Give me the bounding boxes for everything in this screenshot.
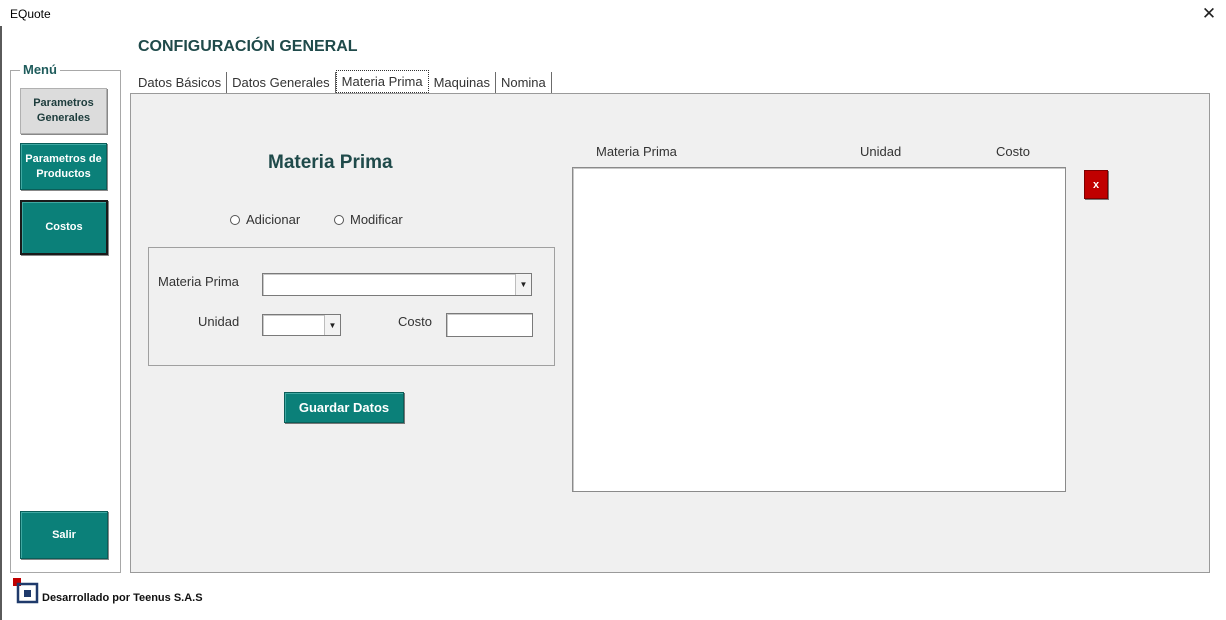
radio-adicionar-label: Adicionar	[246, 212, 301, 227]
teenus-logo-icon	[13, 578, 39, 604]
radio-modificar-dot[interactable]	[334, 214, 344, 225]
materia-prima-combo[interactable]: ▼	[262, 273, 532, 296]
tab-nomina[interactable]: Nomina	[495, 72, 552, 93]
guardar-datos-button[interactable]: Guardar Datos	[284, 392, 404, 423]
window-title: EQuote	[10, 7, 51, 21]
parametros-generales-label-1: Parametros	[33, 97, 94, 109]
radio-modificar-label: Modificar	[350, 212, 403, 227]
chevron-down-icon[interactable]: ▼	[324, 315, 340, 335]
menu-legend: Menú	[20, 62, 60, 77]
section-title: Materia Prima	[268, 152, 393, 173]
costos-label: Costos	[45, 221, 83, 233]
tab-datos-basicos[interactable]: Datos Básicos	[133, 72, 228, 93]
tab-maquinas[interactable]: Maquinas	[428, 72, 496, 93]
radio-adicionar[interactable]: Adicionar	[230, 212, 300, 227]
materia-prima-value	[263, 274, 515, 295]
radio-modificar[interactable]: Modificar	[334, 212, 403, 227]
tab-strip: Datos Básicos Datos Generales Materia Pr…	[133, 70, 552, 94]
column-header-unidad: Unidad	[860, 144, 902, 159]
footer-credit: Desarrollado por Teenus S.A.S	[42, 592, 203, 604]
unidad-value	[263, 315, 324, 335]
parametros-productos-button[interactable]: Parametros de Productos	[20, 143, 107, 190]
chevron-down-icon[interactable]: ▼	[515, 274, 531, 295]
salir-button[interactable]: Salir	[20, 511, 108, 559]
parametros-productos-label-1: Parametros de	[25, 152, 102, 165]
costo-field[interactable]	[446, 313, 533, 337]
window-left-border	[0, 26, 2, 620]
page-title: CONFIGURACIÓN GENERAL	[138, 38, 358, 55]
column-header-costo: Costo	[996, 144, 1030, 159]
column-header-materia-prima: Materia Prima	[596, 144, 677, 159]
unidad-combo[interactable]: ▼	[262, 314, 341, 336]
parametros-generales-label-2: Generales	[36, 112, 91, 124]
materia-prima-listbox[interactable]	[572, 167, 1066, 492]
delete-button[interactable]: x	[1084, 170, 1108, 199]
costo-label: Costo	[398, 314, 432, 329]
materia-prima-label: Materia Prima	[158, 274, 239, 289]
parametros-generales-button[interactable]: Parametros Generales	[20, 88, 107, 134]
radio-adicionar-dot[interactable]	[230, 214, 240, 225]
close-icon[interactable]: ✕	[1198, 4, 1220, 24]
costos-button[interactable]: Costos	[20, 200, 108, 255]
salir-label: Salir	[52, 528, 76, 541]
unidad-label: Unidad	[198, 314, 240, 329]
form-group	[148, 247, 555, 366]
parametros-productos-label-2: Productos	[36, 167, 91, 180]
tab-materia-prima[interactable]: Materia Prima	[335, 70, 429, 93]
tab-datos-generales[interactable]: Datos Generales	[227, 72, 336, 93]
